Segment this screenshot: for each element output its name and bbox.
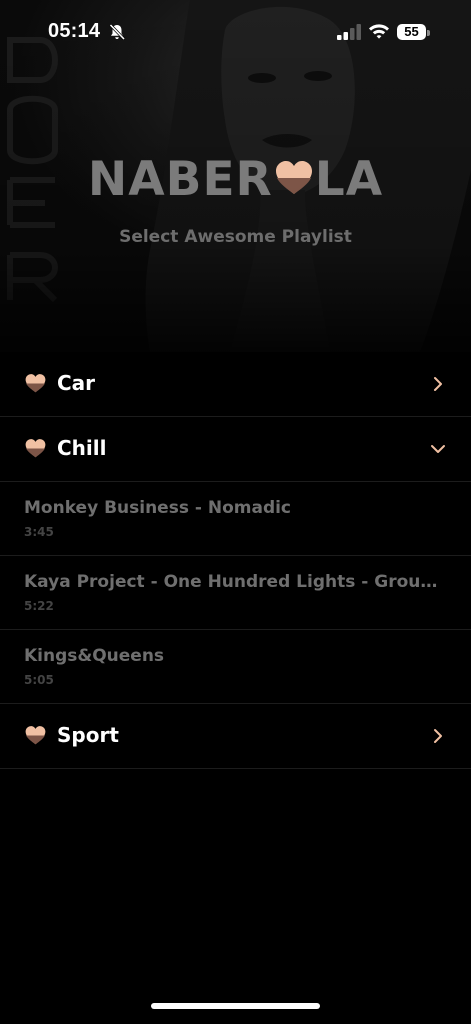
track-duration: 5:05 [24,673,54,687]
playlist-list: Car Chill Monkey Business - Nomadic 3:45… [0,352,471,769]
logo-text-left: NABER [87,152,273,207]
page-subtitle: Select Awesome Playlist [119,227,352,247]
playlist-category-label: Car [57,371,96,395]
playlist-category-car[interactable]: Car [0,352,471,417]
home-indicator[interactable] [151,1003,320,1009]
wifi-icon [369,24,389,39]
battery-level: 55 [404,24,419,39]
battery-tip [427,30,430,36]
playlist-category-label: Chill [57,436,107,460]
track-item[interactable]: Monkey Business - Nomadic 3:45 [0,482,471,556]
chevron-down-icon[interactable] [430,441,446,457]
playlist-category-sport[interactable]: Sport [0,704,471,769]
heart-icon [275,161,312,194]
track-item[interactable]: Kings&Queens 5:05 [0,630,471,704]
playlist-category-chill[interactable]: Chill [0,417,471,482]
track-title: Kaya Project - One Hundred Lights - Grou… [24,572,442,592]
heart-icon [25,374,46,393]
status-bar: 05:14 55 [0,0,471,66]
track-duration: 3:45 [24,525,54,539]
playlist-category-label: Sport [57,723,119,747]
battery-icon: 55 [397,22,431,42]
logo-text-right: LA [314,152,384,207]
app-logo: NABER LA [0,152,471,207]
heart-icon [25,439,46,458]
track-title: Kings&Queens [24,646,165,666]
chevron-right-icon[interactable] [430,376,446,392]
status-time: 05:14 [48,20,101,42]
heart-icon [25,726,46,745]
track-duration: 5:22 [24,599,54,613]
hero-header: 05:14 55 NABER LA Select Awesome Playlis… [0,0,471,352]
chevron-right-icon[interactable] [430,728,446,744]
track-item[interactable]: Kaya Project - One Hundred Lights - Grou… [0,556,471,630]
track-title: Monkey Business - Nomadic [24,498,292,518]
bell-off-icon [109,23,126,41]
signal-icon [337,24,361,40]
